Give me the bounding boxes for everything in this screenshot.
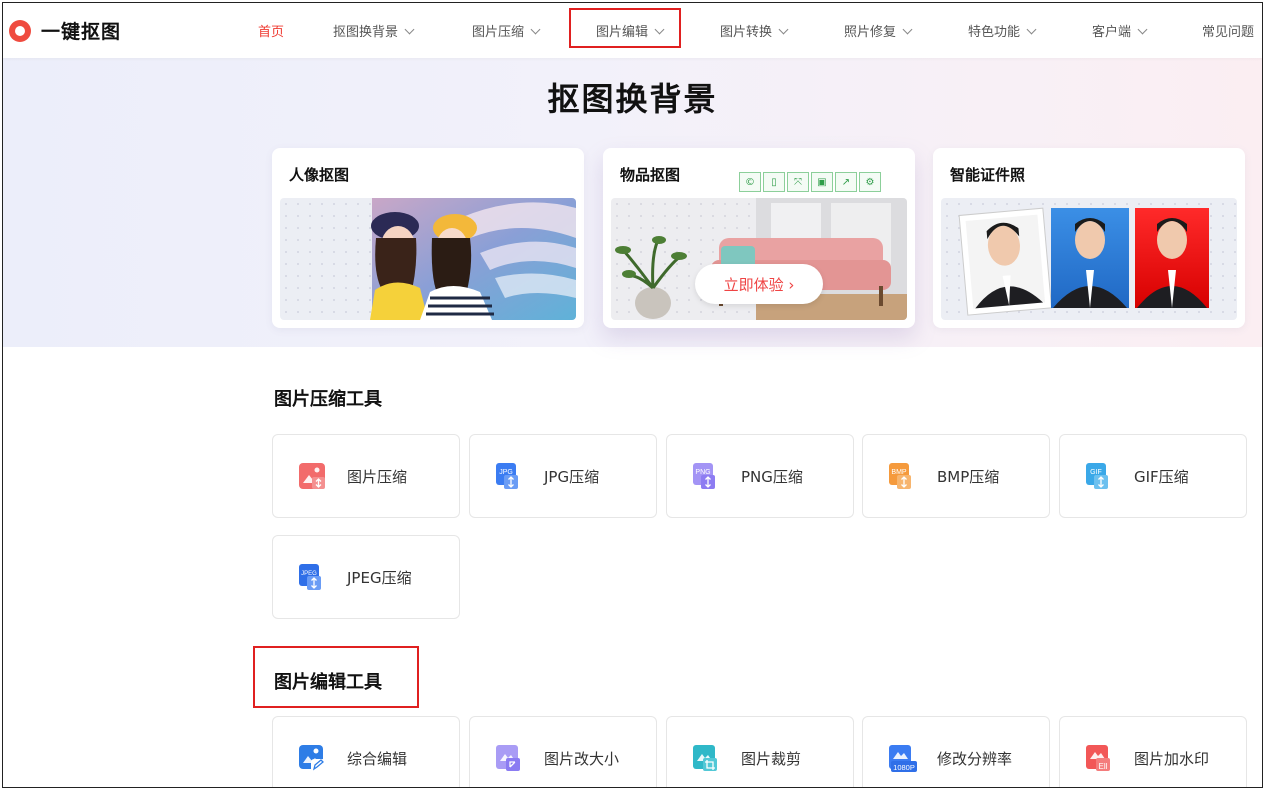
- tool-gif-compress[interactable]: GIF GIF压缩: [1059, 434, 1247, 518]
- copy-icon[interactable]: ▯: [763, 172, 785, 192]
- section-title-compress: 图片压缩工具: [274, 389, 382, 410]
- tool-resize[interactable]: 图片改大小: [469, 716, 657, 787]
- object-sample-image: 立即体验 ›: [611, 198, 907, 320]
- tool-general-edit[interactable]: 综合编辑: [272, 716, 460, 787]
- crop-icon: [693, 745, 717, 771]
- chevron-down-icon: [404, 24, 415, 35]
- tool-bmp-compress[interactable]: BMP BMP压缩: [862, 434, 1050, 518]
- tool-image-compress[interactable]: 图片压缩: [272, 434, 460, 518]
- chevron-down-icon: [1137, 24, 1148, 35]
- jpg-icon: JPG: [496, 463, 518, 489]
- svg-text:BMP: BMP: [891, 469, 907, 476]
- chevron-down-icon: [902, 24, 913, 35]
- svg-text:GIF: GIF: [1090, 469, 1102, 476]
- brand-logo[interactable]: 一键抠图: [9, 17, 121, 44]
- nav-convert[interactable]: 图片转换: [720, 21, 789, 40]
- expand-icon[interactable]: ⤧: [787, 172, 809, 192]
- section-edit-highlight: [253, 646, 419, 708]
- chevron-down-icon: [1026, 24, 1037, 35]
- settings-icon[interactable]: ⚙: [859, 172, 881, 192]
- tool-jpg-compress[interactable]: JPG JPG压缩: [469, 434, 657, 518]
- resolution-icon: 1080P: [889, 745, 917, 772]
- tool-label: 图片加水印: [1134, 750, 1210, 768]
- nav-label: 客户端: [1092, 25, 1132, 40]
- tool-crop[interactable]: 图片裁剪: [666, 716, 854, 787]
- card-id-photo[interactable]: 智能证件照: [933, 148, 1245, 328]
- tool-label: 图片压缩: [347, 468, 408, 486]
- tool-label: 图片裁剪: [741, 750, 802, 768]
- portrait-sample-image: [280, 198, 576, 320]
- share-icon[interactable]: ↗: [835, 172, 857, 192]
- id-photo-sample-image: [941, 198, 1237, 320]
- nav-features[interactable]: 特色功能: [968, 21, 1037, 40]
- nav-edit-highlight: [569, 8, 681, 48]
- nav-matting[interactable]: 抠图换背景: [333, 21, 415, 40]
- bmp-icon: BMP: [889, 463, 911, 489]
- jpeg-icon: JPEG: [299, 564, 321, 590]
- chevron-down-icon: [778, 24, 789, 35]
- tool-label: GIF压缩: [1134, 468, 1189, 486]
- image-compress-icon: [299, 463, 325, 489]
- card-title: 智能证件照: [950, 166, 1026, 184]
- tool-label: 修改分辨率: [937, 750, 1013, 768]
- tool-label: JPEG压缩: [347, 569, 412, 587]
- nav-client[interactable]: 客户端: [1092, 21, 1148, 40]
- chevron-down-icon: [530, 24, 541, 35]
- nav-faq[interactable]: 常见问题: [1202, 21, 1254, 40]
- card-portrait-matting[interactable]: 人像抠图: [272, 148, 584, 328]
- tool-label: JPG压缩: [544, 468, 600, 486]
- nav-label: 常见问题: [1202, 25, 1255, 40]
- svg-text:JPG: JPG: [499, 469, 513, 476]
- tool-label: BMP压缩: [937, 468, 1000, 486]
- refresh-icon[interactable]: ©: [739, 172, 761, 192]
- tool-label: PNG压缩: [741, 468, 803, 486]
- resize-icon: [496, 745, 520, 771]
- image-toolbar: © ▯ ⤧ ▣ ↗ ⚙: [739, 172, 881, 192]
- top-navigation: 一键抠图 首页 抠图换背景 图片压缩 图片编辑 图片转换 照片修复 特色功能 客…: [3, 3, 1262, 58]
- tool-png-compress[interactable]: PNG PNG压缩: [666, 434, 854, 518]
- try-now-button[interactable]: 立即体验 ›: [695, 264, 823, 304]
- watermark-icon: Ell: [1086, 745, 1110, 771]
- save-icon[interactable]: ▣: [811, 172, 833, 192]
- tool-watermark[interactable]: Ell 图片加水印: [1059, 716, 1247, 787]
- nav-repair[interactable]: 照片修复: [844, 21, 913, 40]
- svg-text:Ell: Ell: [1099, 762, 1108, 771]
- card-object-matting[interactable]: 物品抠图 © ▯ ⤧ ▣ ↗ ⚙ 立即体验 ›: [603, 148, 915, 328]
- nav-home[interactable]: 首页: [258, 21, 284, 40]
- tool-label: 综合编辑: [347, 750, 408, 768]
- logo-icon: [9, 19, 31, 42]
- browser-viewport: 一键抠图 首页 抠图换背景 图片压缩 图片编辑 图片转换 照片修复 特色功能 客…: [2, 2, 1263, 788]
- gif-icon: GIF: [1086, 463, 1108, 489]
- nav-compress[interactable]: 图片压缩: [472, 21, 541, 40]
- nav-label: 抠图换背景: [333, 25, 399, 40]
- brand-name: 一键抠图: [41, 21, 122, 43]
- edit-icon: [299, 745, 325, 772]
- nav-label: 图片转换: [720, 25, 773, 40]
- nav-label: 特色功能: [968, 25, 1021, 40]
- hero-section: 抠图换背景 人像抠图 物品抠图 © ▯ ⤧ ▣ ↗ ⚙ 立即体验 › 智能证件照: [3, 58, 1262, 347]
- nav-label: 图片压缩: [472, 25, 525, 40]
- svg-text:PNG: PNG: [695, 469, 710, 476]
- tool-jpeg-compress[interactable]: JPEG JPEG压缩: [272, 535, 460, 619]
- tool-resolution[interactable]: 1080P 修改分辨率: [862, 716, 1050, 787]
- hero-title: 抠图换背景: [547, 80, 718, 118]
- nav-label: 首页: [258, 25, 285, 40]
- card-title: 物品抠图: [620, 166, 681, 184]
- tool-label: 图片改大小: [544, 750, 620, 768]
- nav-label: 照片修复: [844, 25, 897, 40]
- card-title: 人像抠图: [289, 166, 350, 184]
- svg-text:1080P: 1080P: [893, 763, 915, 772]
- png-icon: PNG: [693, 463, 715, 489]
